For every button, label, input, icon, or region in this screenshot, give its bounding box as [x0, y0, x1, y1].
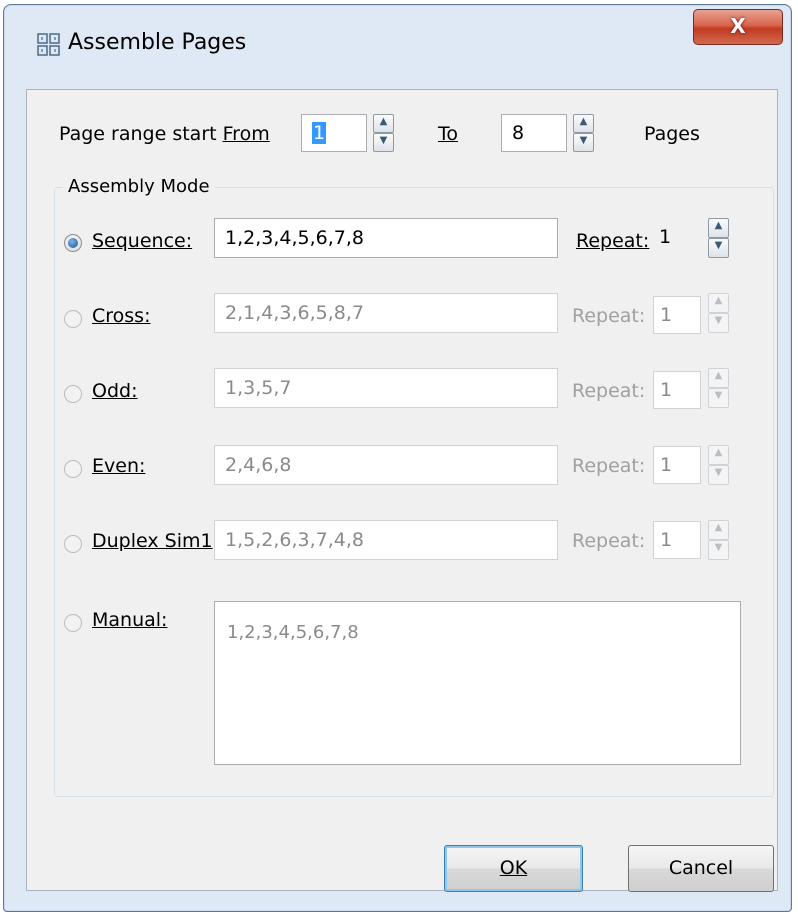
from-page-value: 1 [312, 122, 327, 144]
cross-value: 2,1,4,3,6,5,8,7 [225, 302, 364, 324]
to-page-value: 8 [512, 122, 525, 144]
from-label: From [222, 123, 270, 145]
close-button[interactable]: X [693, 9, 783, 45]
even-repeat-label: Repeat: [572, 455, 646, 477]
window-title: Assemble Pages [68, 30, 247, 55]
even-input[interactable]: 2,4,6,8 [214, 445, 558, 485]
ok-label: OK [499, 857, 528, 879]
sequence-repeat-stepper[interactable]: ▲ ▼ [708, 218, 729, 258]
odd-radio[interactable] [64, 385, 82, 403]
duplex-sim1-repeat-input[interactable]: 1 [653, 521, 701, 559]
cross-input[interactable]: 2,1,4,3,6,5,8,7 [214, 293, 558, 333]
to-label: To [438, 123, 459, 145]
spin-up-icon[interactable]: ▲ [573, 114, 594, 133]
spin-down-icon[interactable]: ▼ [708, 540, 729, 560]
odd-repeat-input[interactable]: 1 [653, 371, 701, 409]
to-page-input[interactable]: 8 [501, 114, 567, 152]
odd-input[interactable]: 1,3,5,7 [214, 368, 558, 408]
cancel-label: Cancel [668, 857, 734, 879]
even-label: Even: [92, 455, 146, 477]
to-page-stepper[interactable]: ▲ ▼ [573, 114, 594, 152]
duplex-sim1-radio[interactable] [64, 535, 82, 553]
manual-textarea[interactable]: 1,2,3,4,5,6,7,8 [214, 601, 741, 765]
sequence-label: Sequence: [92, 230, 193, 252]
odd-repeat-value: 1 [660, 379, 673, 401]
manual-label: Manual: [92, 609, 168, 631]
sequence-input[interactable]: 1,2,3,4,5,6,7,8 [214, 218, 558, 258]
assemble-pages-icon [37, 33, 60, 56]
spin-down-icon[interactable]: ▼ [708, 313, 729, 333]
duplex-sim1-input[interactable]: 1,5,2,6,3,7,4,8 [214, 520, 558, 560]
even-radio[interactable] [64, 460, 82, 478]
from-page-input[interactable]: 1 [301, 114, 367, 152]
cross-repeat-input[interactable]: 1 [653, 296, 701, 334]
spin-up-icon[interactable]: ▲ [373, 114, 394, 133]
pages-label: Pages [644, 123, 700, 145]
cross-repeat-stepper[interactable]: ▲ ▼ [708, 293, 729, 333]
duplex-sim1-repeat-value: 1 [660, 529, 673, 551]
duplex-sim1-repeat-label: Repeat: [572, 530, 646, 552]
dialog-body: Page range start From 1 ▲ ▼ To 8 ▲ ▼ Pag… [26, 89, 778, 892]
assembly-mode-title: Assembly Mode [63, 176, 215, 197]
sequence-repeat-value: 1 [659, 226, 672, 248]
duplex-sim1-value: 1,5,2,6,3,7,4,8 [225, 529, 364, 551]
even-value: 2,4,6,8 [225, 454, 292, 476]
manual-radio[interactable] [64, 614, 82, 632]
cross-repeat-value: 1 [660, 304, 673, 326]
even-repeat-stepper[interactable]: ▲ ▼ [708, 445, 729, 485]
odd-repeat-stepper[interactable]: ▲ ▼ [708, 368, 729, 408]
spin-down-icon[interactable]: ▼ [708, 238, 729, 258]
sequence-radio[interactable] [64, 234, 82, 252]
spin-down-icon[interactable]: ▼ [373, 133, 394, 152]
spin-up-icon[interactable]: ▲ [708, 293, 729, 313]
duplex-sim1-label: Duplex Sim1 [92, 530, 213, 552]
page-range-label: Page range start From [59, 123, 270, 145]
spin-down-icon[interactable]: ▼ [708, 388, 729, 408]
page-range-prefix: Page range start [59, 123, 223, 145]
spin-up-icon[interactable]: ▲ [708, 445, 729, 465]
from-page-stepper[interactable]: ▲ ▼ [373, 114, 394, 152]
close-icon: X [730, 14, 746, 38]
duplex-sim1-repeat-stepper[interactable]: ▲ ▼ [708, 520, 729, 560]
odd-label: Odd: [92, 380, 138, 402]
manual-value: 1,2,3,4,5,6,7,8 [227, 622, 359, 643]
cross-label: Cross: [92, 305, 151, 327]
spin-down-icon[interactable]: ▼ [573, 133, 594, 152]
odd-value: 1,3,5,7 [225, 377, 292, 399]
title-bar[interactable]: Assemble Pages X [4, 5, 791, 85]
even-repeat-input[interactable]: 1 [653, 446, 701, 484]
even-repeat-value: 1 [660, 454, 673, 476]
spin-up-icon[interactable]: ▲ [708, 520, 729, 540]
sequence-repeat-input[interactable]: 1 [653, 220, 699, 256]
spin-down-icon[interactable]: ▼ [708, 465, 729, 485]
cross-radio[interactable] [64, 310, 82, 328]
spin-up-icon[interactable]: ▲ [708, 368, 729, 388]
spin-up-icon[interactable]: ▲ [708, 218, 729, 238]
repeat-label: Repeat: [576, 230, 650, 252]
assemble-pages-dialog: Assemble Pages X Page range start From 1… [3, 4, 792, 912]
cross-repeat-label: Repeat: [572, 305, 646, 327]
sequence-value: 1,2,3,4,5,6,7,8 [225, 227, 364, 249]
sequence-repeat-label: Repeat: [576, 230, 649, 252]
odd-repeat-label: Repeat: [572, 380, 646, 402]
ok-button[interactable]: OK [444, 845, 583, 892]
cancel-button[interactable]: Cancel [628, 845, 774, 892]
